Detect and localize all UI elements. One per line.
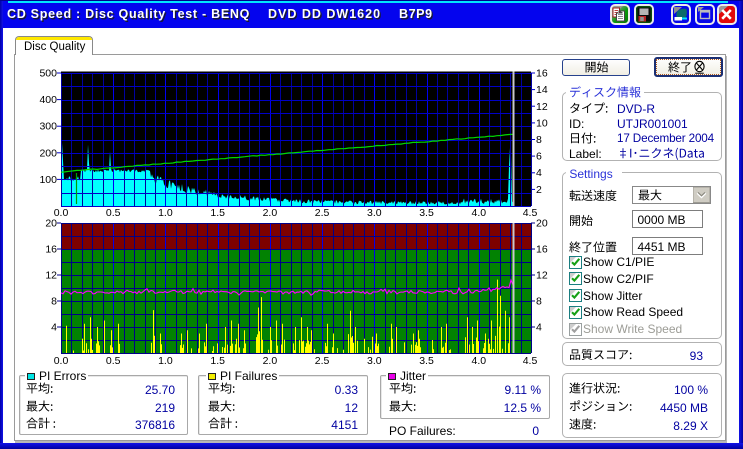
svg-text:12: 12: [536, 270, 548, 282]
svg-text:2.0: 2.0: [263, 355, 278, 367]
svg-text:8: 8: [536, 296, 542, 308]
svg-text:8: 8: [536, 134, 542, 146]
svg-text:100: 100: [39, 174, 57, 186]
svg-text:10: 10: [536, 117, 548, 129]
svg-text:20: 20: [536, 218, 548, 230]
svg-text:2.5: 2.5: [315, 355, 330, 367]
svg-text:2.5: 2.5: [315, 207, 330, 219]
svg-text:4.0: 4.0: [471, 207, 486, 219]
svg-text:4.0: 4.0: [471, 355, 486, 367]
svg-text:300: 300: [39, 121, 57, 133]
svg-text:4: 4: [536, 167, 542, 179]
svg-text:20: 20: [45, 218, 57, 230]
svg-text:500: 500: [39, 68, 57, 80]
svg-text:1.5: 1.5: [210, 207, 225, 219]
svg-text:0.0: 0.0: [54, 355, 69, 367]
svg-text:12: 12: [536, 101, 548, 113]
svg-text:0.5: 0.5: [106, 355, 121, 367]
svg-text:4.5: 4.5: [523, 355, 538, 367]
svg-text:0.5: 0.5: [106, 207, 121, 219]
svg-text:1.5: 1.5: [210, 355, 225, 367]
svg-text:1.0: 1.0: [158, 207, 173, 219]
svg-text:4: 4: [536, 322, 542, 334]
svg-text:3.5: 3.5: [419, 207, 434, 219]
svg-text:16: 16: [536, 68, 548, 80]
svg-text:4: 4: [51, 322, 57, 334]
svg-text:400: 400: [39, 94, 57, 106]
svg-text:16: 16: [45, 244, 57, 256]
svg-text:2.0: 2.0: [263, 207, 278, 219]
svg-text:3.0: 3.0: [367, 355, 382, 367]
svg-text:3.0: 3.0: [367, 207, 382, 219]
svg-text:6: 6: [536, 151, 542, 163]
svg-text:3.5: 3.5: [419, 355, 434, 367]
svg-text:8: 8: [51, 296, 57, 308]
svg-text:14: 14: [536, 84, 548, 96]
svg-text:16: 16: [536, 244, 548, 256]
svg-text:2: 2: [536, 184, 542, 196]
svg-text:12: 12: [45, 270, 57, 282]
svg-text:1.0: 1.0: [158, 355, 173, 367]
svg-text:200: 200: [39, 147, 57, 159]
